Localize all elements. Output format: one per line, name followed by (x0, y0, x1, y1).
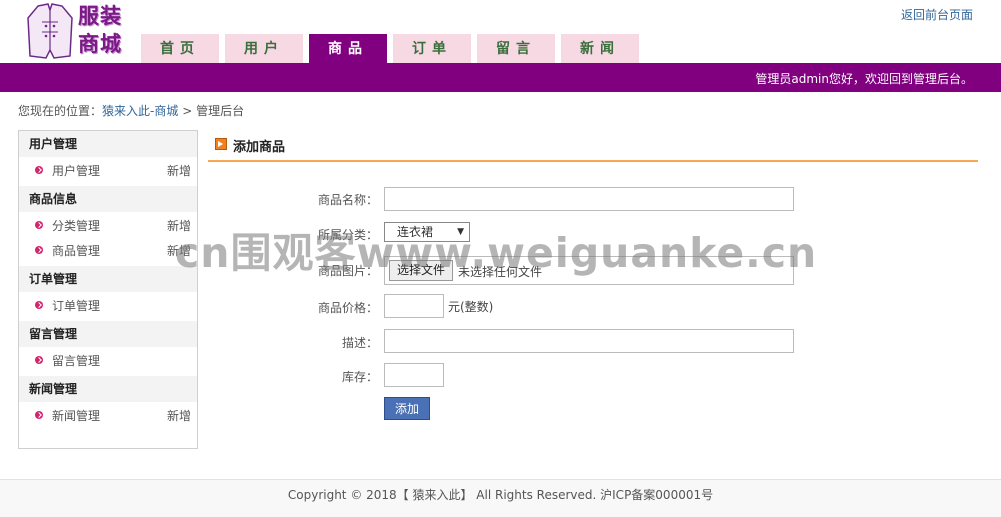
back-to-frontend-link[interactable]: 返回前台页面 (901, 6, 973, 23)
breadcrumb-site-link[interactable]: 猿来入此-商城 (102, 104, 178, 118)
price-input[interactable] (384, 294, 444, 318)
sidebar-item-label[interactable]: 订单管理 (52, 299, 100, 313)
nav-tab-products[interactable]: 商品 (309, 34, 387, 63)
sidebar: 用户管理 用户管理 新增 商品信息 分类管理 新增 商品管理 新增 订单管理 订… (18, 130, 198, 449)
choose-file-button[interactable]: 选择文件 (389, 260, 454, 281)
sidebar-add-user-link[interactable]: 新增 (167, 157, 191, 186)
bullet-icon (35, 221, 43, 229)
sidebar-item-news-manage[interactable]: 新闻管理 新增 (19, 402, 197, 431)
bullet-icon (35, 166, 43, 174)
breadcrumb-prefix: 您现在的位置： (18, 104, 103, 118)
description-label: 描述： (341, 336, 378, 350)
page-title: 添加商品 (233, 140, 286, 155)
welcome-text: 管理员admin您好，欢迎回到管理后台。 (755, 72, 973, 86)
image-label: 商品图片： (317, 264, 378, 278)
bullet-icon (35, 411, 43, 419)
product-name-input[interactable] (384, 187, 794, 211)
file-status-text: 未选择任何文件 (458, 265, 543, 279)
bullet-icon (35, 301, 43, 309)
logo-line-1: 服装 (78, 3, 122, 28)
sidebar-group-orders: 订单管理 (19, 266, 197, 292)
coat-logo-icon (27, 3, 73, 59)
logo-line-2: 商城 (78, 31, 122, 56)
sidebar-group-messages: 留言管理 (19, 321, 197, 347)
sidebar-group-news: 新闻管理 (19, 376, 197, 402)
header-bar: 管理员admin您好，欢迎回到管理后台。 (0, 63, 1001, 92)
main-nav: 首页 用户 商品 订单 留言 新闻 (141, 34, 645, 63)
bullet-icon (35, 246, 43, 254)
breadcrumb-current: 管理后台 (196, 104, 245, 118)
sidebar-add-news-link[interactable]: 新增 (167, 402, 191, 431)
category-label: 所属分类： (317, 228, 378, 242)
sidebar-item-label[interactable]: 分类管理 (52, 219, 100, 233)
sidebar-item-label[interactable]: 留言管理 (52, 354, 100, 368)
arrow-right-icon (215, 138, 227, 150)
bullet-icon (35, 356, 43, 364)
price-unit-text: 元(整数) (448, 300, 494, 314)
sidebar-item-label[interactable]: 用户管理 (52, 164, 100, 178)
nav-tab-users[interactable]: 用户 (225, 34, 303, 63)
stock-label: 库存： (341, 370, 378, 384)
add-product-button[interactable]: 添加 (384, 397, 430, 420)
footer: Copyright © 2018【 猿来入此】 All Rights Reser… (0, 479, 1001, 517)
sidebar-item-product-manage[interactable]: 商品管理 新增 (19, 237, 197, 266)
image-file-field: 选择文件 未选择任何文件 (384, 256, 794, 285)
sidebar-item-label[interactable]: 新闻管理 (52, 409, 100, 423)
nav-tab-orders[interactable]: 订单 (393, 34, 471, 63)
breadcrumb-separator: > (182, 104, 193, 118)
logo-text: 服装 商城 (78, 2, 122, 58)
name-label: 商品名称： (317, 193, 378, 207)
stock-input[interactable] (384, 363, 444, 387)
nav-tab-news[interactable]: 新闻 (561, 34, 639, 63)
sidebar-item-order-manage[interactable]: 订单管理 (19, 292, 197, 321)
nav-tab-home[interactable]: 首页 (141, 34, 219, 63)
price-label: 商品价格： (317, 301, 378, 315)
sidebar-group-products: 商品信息 (19, 186, 197, 212)
sidebar-item-user-manage[interactable]: 用户管理 新增 (19, 157, 197, 186)
breadcrumb: 您现在的位置：猿来入此-商城 > 管理后台 (18, 102, 244, 119)
sidebar-item-message-manage[interactable]: 留言管理 (19, 347, 197, 376)
sidebar-item-label[interactable]: 商品管理 (52, 244, 100, 258)
category-selected-value: 连衣裙 (397, 225, 434, 239)
sidebar-group-users: 用户管理 (19, 131, 197, 157)
nav-tab-messages[interactable]: 留言 (477, 34, 555, 63)
description-input[interactable] (384, 329, 794, 353)
sidebar-add-product-link[interactable]: 新增 (167, 237, 191, 266)
content-header: 添加商品 (208, 130, 978, 162)
category-select[interactable]: 连衣裙 (384, 222, 470, 242)
